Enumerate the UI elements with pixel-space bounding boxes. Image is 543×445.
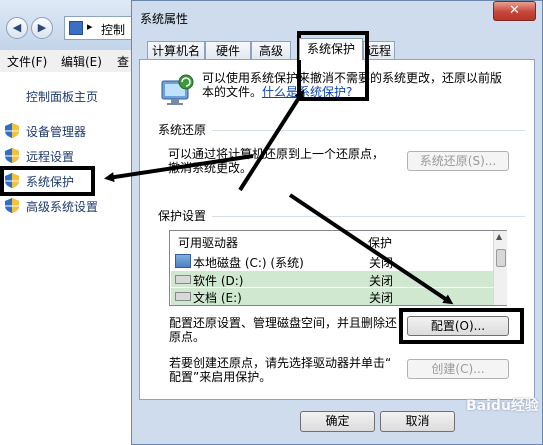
annotation-arrows: [104, 89, 454, 305]
arrow-to-system-protection-tab: [238, 89, 305, 192]
tab-system-protection[interactable]: 系统保护: [299, 38, 363, 60]
arrow-to-system-protection-link: [104, 154, 254, 183]
arrow-to-configure-button: [288, 193, 454, 305]
